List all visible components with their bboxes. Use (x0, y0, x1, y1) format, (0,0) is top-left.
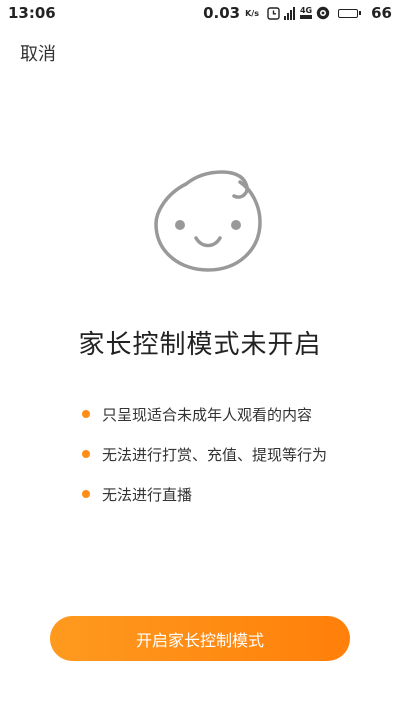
status-time: 13:06 (8, 4, 56, 22)
bullet-dot-icon (82, 490, 90, 498)
network-type-label: 4G (299, 6, 313, 15)
list-item: 无法进行直播 (82, 474, 327, 514)
enable-parental-control-button[interactable]: 开启家长控制模式 (50, 616, 350, 661)
feature-text: 无法进行直播 (102, 485, 193, 504)
page-title: 家长控制模式未开启 (78, 330, 322, 360)
status-bar: 13:06 0.03 K/s 4G 66 (0, 0, 400, 26)
signal-bars-icon (283, 6, 296, 20)
cancel-button[interactable]: 取消 (20, 40, 56, 66)
list-item: 无法进行打赏、充值、提现等行为 (82, 434, 327, 474)
network-type-icon: 4G (300, 7, 312, 19)
list-item: 只呈现适合未成年人观看的内容 (82, 394, 327, 434)
feature-text: 只呈现适合未成年人观看的内容 (102, 405, 313, 424)
net-speed: 0.03 (203, 4, 241, 22)
alarm-clock-icon (267, 6, 280, 20)
battery-icon (338, 8, 362, 18)
baby-face-icon (146, 160, 270, 276)
notification-app-icon (316, 6, 330, 20)
feature-list: 只呈现适合未成年人观看的内容 无法进行打赏、充值、提现等行为 无法进行直播 (82, 394, 327, 514)
feature-text: 无法进行打赏、充值、提现等行为 (102, 445, 328, 464)
bullet-dot-icon (82, 450, 90, 458)
lte-icon (300, 15, 313, 19)
net-speed-unit: K/s (245, 8, 259, 18)
status-icons: 0.03 K/s 4G 66 (203, 4, 392, 22)
battery-level: 66 (371, 4, 392, 22)
bullet-dot-icon (82, 410, 90, 418)
